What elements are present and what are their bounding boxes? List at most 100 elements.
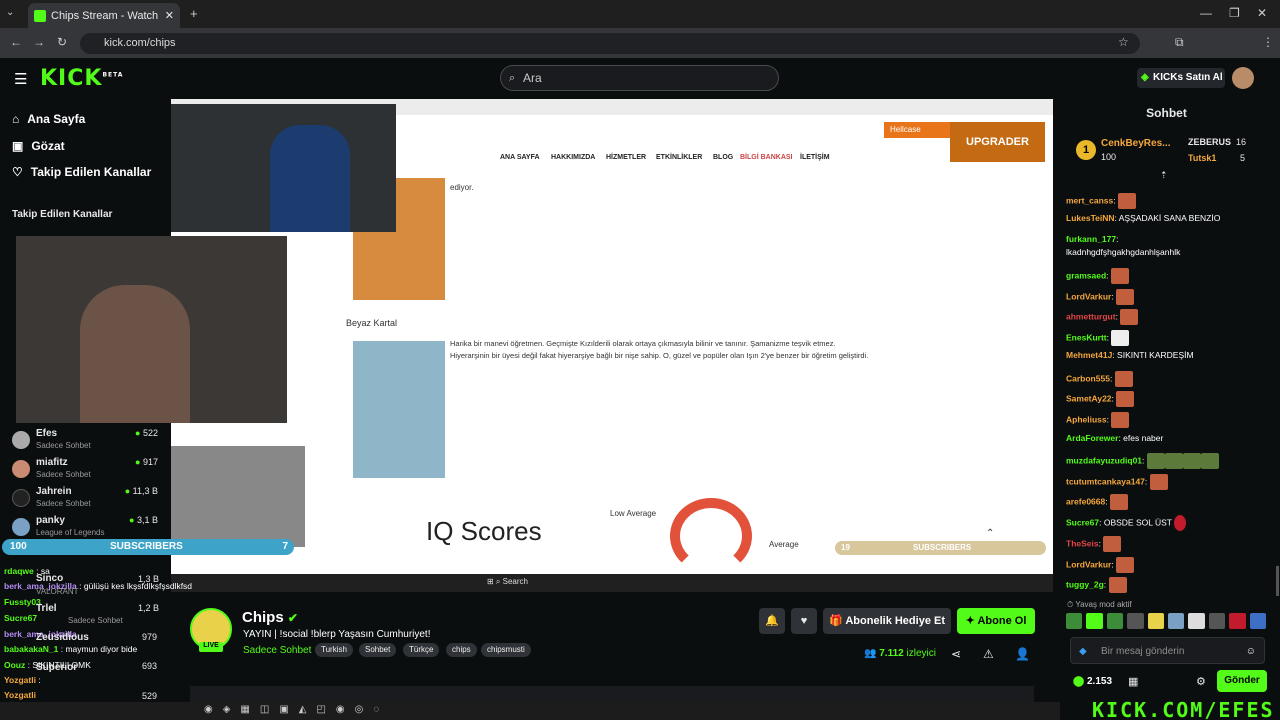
top-gifter-name: CenkBeyRes... — [1101, 138, 1171, 149]
chat-message: TheSeis: — [1066, 536, 1122, 552]
chat-header: Sohbet — [1053, 99, 1280, 127]
report-icon[interactable]: ⚠ — [983, 647, 994, 661]
buy-kicks-button[interactable]: ◈ KICKs Satın Al — [1137, 68, 1225, 88]
stream-tag[interactable]: Sohbet — [359, 643, 397, 657]
channel-viewers: ● 3,1 B — [129, 515, 158, 525]
chat-message: ArdaForewer: efes naber — [1066, 433, 1164, 443]
hamburger-menu-icon[interactable]: ☰ — [14, 70, 27, 88]
tab-search-icon[interactable]: ⌄ — [6, 7, 14, 18]
chat-settings-gear-icon[interactable]: ⚙ — [1196, 675, 1206, 688]
emote-bar[interactable] — [1066, 613, 1267, 631]
points-icon: ⬤ — [1073, 676, 1087, 687]
captured-taskbar — [171, 574, 1053, 592]
guest-figure — [80, 285, 190, 423]
streamer-figure — [270, 125, 350, 232]
chat-message: LordVarkur: — [1066, 289, 1135, 305]
channel-name: Sinco — [36, 573, 64, 584]
channel-viewers: 979 — [142, 632, 158, 642]
channel-name: miafitz — [36, 457, 68, 468]
second-gifter-name: ZEBERUS — [1188, 137, 1232, 147]
chat-message: muzdafayuzudiq01: — [1066, 453, 1219, 469]
chat-message: mert_canss: — [1066, 193, 1136, 209]
chat-message: tcutumtcankaya147: — [1066, 474, 1168, 490]
sub-goal: 7 — [282, 541, 288, 552]
about-panel — [190, 686, 1034, 702]
chat-input-placeholder: Bir mesaj gönderin — [1101, 646, 1185, 657]
emoji-icon[interactable]: ☺ — [1246, 638, 1256, 665]
logo-text: KICK — [40, 66, 103, 91]
chat-message-input[interactable]: ◆ Bir mesaj gönderin ☺ — [1070, 637, 1265, 664]
back-icon[interactable]: ← — [10, 35, 22, 49]
kick-logo[interactable]: KICKBETA — [40, 66, 123, 91]
channel-points[interactable]: ⬤ 2.153 — [1073, 676, 1112, 687]
chat-message: LukesTeiNN: AŞŞADAKİ SANA BENZİO — [1066, 213, 1221, 223]
send-button[interactable]: Gönder — [1217, 670, 1267, 692]
kick-favicon-icon — [34, 9, 46, 22]
site-nav-item: BLOG — [713, 154, 734, 161]
streamer-name[interactable]: Chips ✔ — [242, 609, 298, 626]
channel-name: Efes — [36, 428, 58, 439]
buy-kicks-label: KICKs Satın Al — [1153, 72, 1223, 83]
verified-icon: ✔ — [287, 611, 298, 625]
close-tab-icon[interactable]: ✕ — [165, 9, 174, 22]
third-gifter-count: 5 — [1240, 153, 1246, 163]
nav-following[interactable]: ♡ Takip Edilen Kanallar — [12, 165, 151, 179]
browse-icon: ▣ — [12, 139, 24, 153]
chat-message: Sucre67: OBSDE SOL ÜST — [1066, 515, 1187, 531]
reload-icon[interactable]: ↻ — [57, 35, 67, 49]
minimize-icon[interactable]: — — [1200, 6, 1212, 20]
scroll-up-icon[interactable]: ⌃ — [986, 528, 994, 539]
site-nav-item: HAKKIMIZDA — [551, 154, 596, 161]
chat-message: gramsaed: — [1066, 268, 1129, 284]
gift-sub-button[interactable]: 🎁 Abonelik Hediye Et — [823, 608, 951, 634]
chat-identity-icon: ◆ — [1079, 646, 1087, 657]
top-gifter-badge: 1 — [1076, 140, 1096, 160]
address-bar[interactable]: kick.com/chips — [80, 33, 1140, 54]
subscribe-button[interactable]: ✦ Abone Ol — [957, 608, 1035, 634]
stream-category[interactable]: Sadece Sohbet — [243, 645, 311, 656]
browser-tab[interactable]: Chips Stream - Watch Live on K ✕ — [28, 3, 180, 28]
section-heading: Beyaz Kartal — [346, 318, 398, 328]
close-window-icon[interactable]: ✕ — [1257, 6, 1267, 20]
stream-title: YAYIN | !social !blerp Yaşasın Cumhuriye… — [243, 629, 431, 640]
sub-count: 19 — [841, 543, 850, 552]
site-nav-item: HİZMETLER — [606, 154, 647, 161]
subscriber-goal-bar-overlay: 19 SUBSCRIBERS — [835, 541, 1046, 555]
nav-home[interactable]: ⌂ Ana Sayfa — [12, 112, 85, 126]
user-avatar[interactable] — [1232, 67, 1254, 89]
iq-heading: IQ Scores — [426, 516, 542, 546]
pin-icon[interactable]: ⇡ — [1160, 170, 1168, 181]
forward-icon[interactable]: → — [33, 35, 45, 49]
share-icon[interactable]: ⋖ — [951, 647, 961, 661]
sub-label: SUBSCRIBERS — [913, 543, 972, 552]
site-nav-item: İLETİŞİM — [800, 154, 830, 161]
channel-avatar — [12, 489, 30, 507]
stream-tag[interactable]: chips — [446, 643, 477, 657]
second-gifter-count: 16 — [1236, 137, 1247, 147]
notification-bell-icon[interactable]: 🔔 — [759, 608, 785, 634]
nav-browse-label: Gözat — [31, 139, 65, 153]
bookmark-star-icon[interactable]: ☆ — [1118, 35, 1129, 49]
overlay-chat-line: Yozgatli : — [4, 675, 41, 685]
menu-kebab-icon[interactable]: ⋮ — [1262, 35, 1274, 49]
channel-avatar — [12, 460, 30, 478]
taskbar-app-icons[interactable]: ◉◈▦◫▣◭◰◉◎◌ — [204, 704, 389, 715]
channel-category: VALORANT — [36, 587, 79, 596]
new-tab-icon[interactable]: + — [190, 6, 198, 21]
nav-browse[interactable]: ▣ Gözat — [12, 139, 65, 153]
chat-message: arefe0668: — [1066, 494, 1128, 510]
stream-tag[interactable]: chipsmusti — [481, 643, 531, 657]
follow-heart-icon[interactable]: ♥ — [791, 608, 817, 634]
stream-tag[interactable]: Turkish — [315, 643, 353, 657]
add-user-icon[interactable]: 👤 — [1015, 647, 1030, 661]
site-nav-item: ANA SAYFA — [500, 154, 540, 161]
chat-scrollbar[interactable] — [1276, 566, 1279, 596]
stream-tag[interactable]: Türkçe — [403, 643, 440, 657]
extensions-icon[interactable]: ⧉ — [1175, 35, 1184, 50]
sub-count: 100 — [10, 541, 27, 552]
maximize-icon[interactable]: ❐ — [1229, 6, 1240, 20]
third-gifter-name: Tutsk1 — [1188, 153, 1217, 163]
channel-viewers: 1,3 B — [138, 574, 160, 584]
search-input[interactable]: ⌕ Ara — [500, 65, 779, 91]
calendar-icon[interactable]: ▦ — [1128, 675, 1138, 688]
